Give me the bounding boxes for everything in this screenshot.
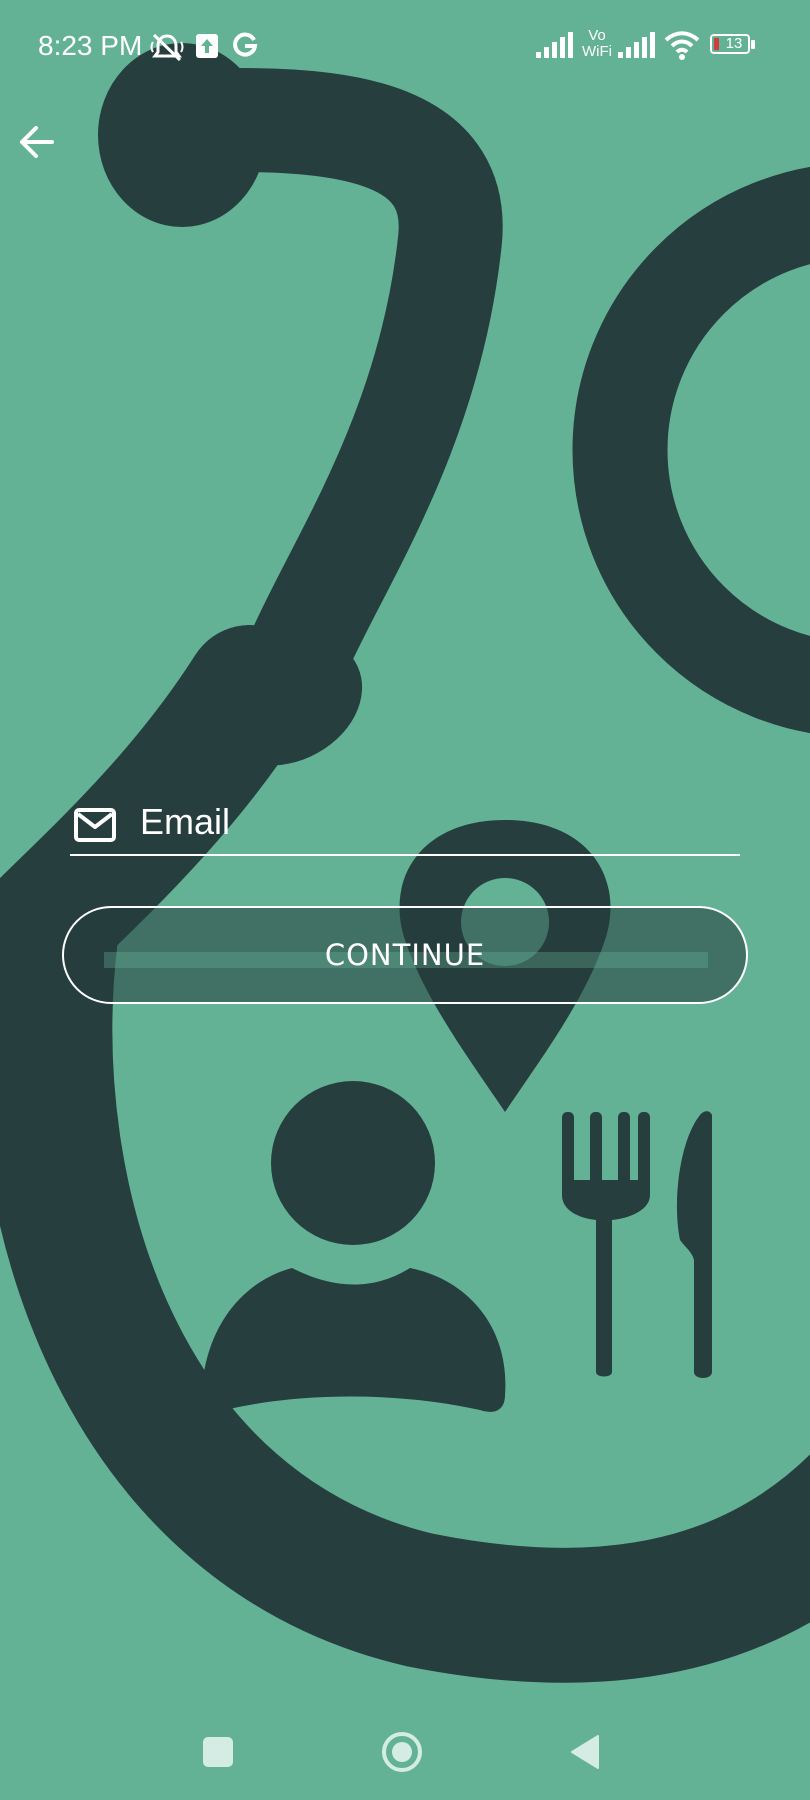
email-field[interactable] [70, 790, 740, 856]
upload-icon [196, 34, 218, 58]
wifi-icon [664, 31, 700, 60]
email-input[interactable] [140, 796, 730, 848]
knife-icon [676, 1111, 712, 1378]
system-navigation-bar [0, 1716, 810, 1800]
status-bar: 8:23 PM Vo WiFi 13 [0, 0, 810, 92]
signal-icon [618, 32, 655, 58]
back-triangle-icon[interactable] [568, 1734, 602, 1770]
continue-button-label: CONTINUE [324, 938, 486, 972]
arrow-left-icon [20, 126, 54, 158]
person-icon [201, 1081, 506, 1412]
mute-alarm-icon [150, 33, 184, 62]
mail-icon [74, 808, 116, 842]
recent-apps-icon[interactable] [202, 1736, 234, 1768]
fork-icon [562, 1112, 650, 1377]
battery-icon: 13 [710, 34, 756, 56]
home-icon[interactable] [380, 1730, 424, 1774]
background-illustration [0, 43, 810, 1683]
status-time: 8:23 PM [38, 30, 143, 61]
vowifi-icon: Vo WiFi [580, 28, 614, 62]
continue-button[interactable]: CONTINUE [62, 906, 748, 1004]
signup-screen: 8:23 PM Vo WiFi 13 Email CONTINUE [0, 0, 810, 1800]
vowifi-label: Vo WiFi [582, 27, 612, 60]
signal-icon [536, 32, 573, 58]
google-icon [233, 32, 258, 57]
battery-level: 13 [725, 35, 743, 52]
back-button[interactable] [10, 116, 62, 168]
